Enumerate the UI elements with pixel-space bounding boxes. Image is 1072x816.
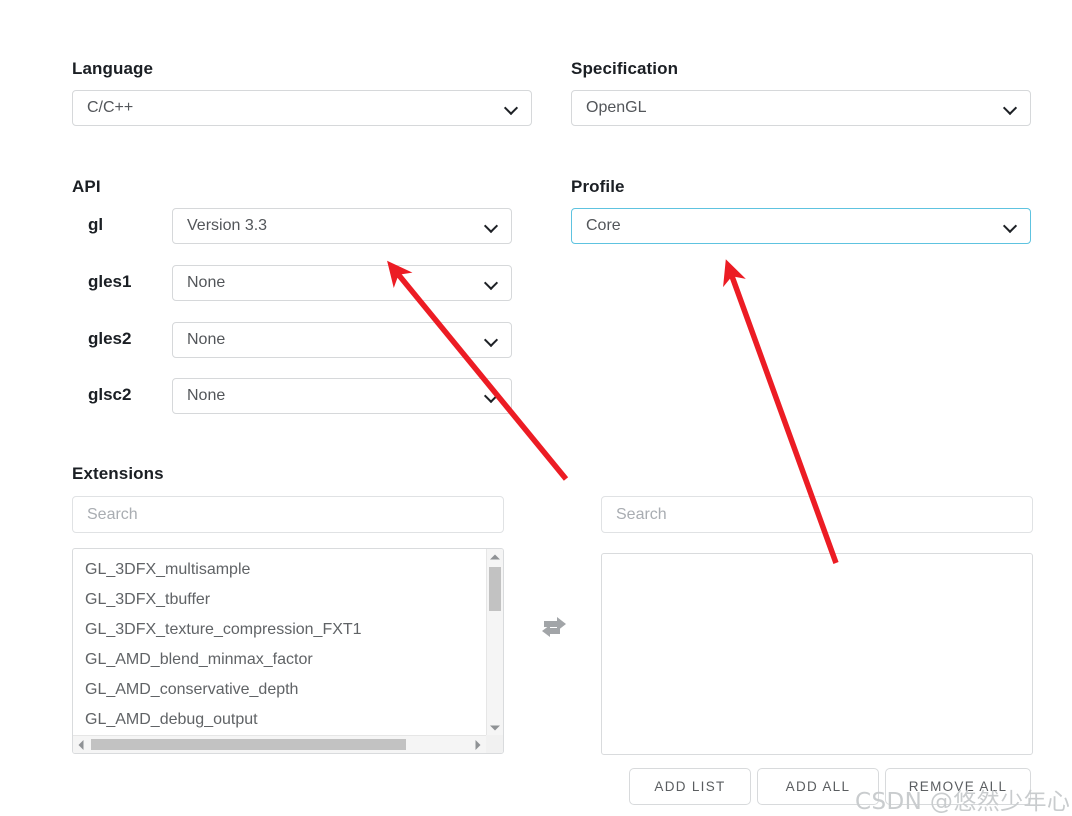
chevron-down-icon <box>485 389 499 403</box>
scroll-left-arrow-icon[interactable] <box>73 736 89 753</box>
extensions-label: Extensions <box>72 464 164 483</box>
api-label: API <box>72 177 101 196</box>
list-item[interactable]: GL_AMD_blend_minmax_factor <box>85 645 486 675</box>
selected-extensions-search-input[interactable] <box>601 496 1033 533</box>
list-item[interactable]: GL_3DFX_tbuffer <box>85 585 486 615</box>
api-select-gles2-value: None <box>187 331 226 348</box>
api-select-glsc2-value: None <box>187 387 226 404</box>
chevron-down-icon <box>485 333 499 347</box>
language-select-value: C/C++ <box>87 99 134 116</box>
available-extensions-items: GL_3DFX_multisample GL_3DFX_tbuffer GL_3… <box>73 549 486 735</box>
chevron-down-icon <box>1004 219 1018 233</box>
scrollbar-corner <box>486 735 503 753</box>
api-select-gles1-value: None <box>187 274 226 291</box>
scroll-down-arrow-icon[interactable] <box>487 720 503 735</box>
specification-select-value: OpenGL <box>586 99 647 116</box>
scroll-up-arrow-icon[interactable] <box>487 549 503 564</box>
listbox-vertical-scrollbar[interactable] <box>486 549 503 735</box>
list-item[interactable]: GL_3DFX_texture_compression_FXT1 <box>85 615 486 645</box>
api-row-label-glsc2: glsc2 <box>88 385 132 404</box>
remove-all-button[interactable]: Remove All <box>885 768 1031 805</box>
horizontal-scroll-thumb[interactable] <box>91 739 406 750</box>
vertical-scroll-thumb[interactable] <box>489 567 501 611</box>
api-select-gles1[interactable]: None <box>172 265 512 301</box>
available-extensions-listbox[interactable]: GL_3DFX_multisample GL_3DFX_tbuffer GL_3… <box>72 548 504 754</box>
add-list-button[interactable]: Add List <box>629 768 751 805</box>
api-row-label-gles2: gles2 <box>88 329 132 348</box>
specification-label: Specification <box>571 59 679 78</box>
swap-horizontal-icon[interactable] <box>538 612 570 640</box>
profile-label: Profile <box>571 177 625 196</box>
api-select-gl[interactable]: Version 3.3 <box>172 208 512 244</box>
selected-extensions-listbox[interactable] <box>601 553 1033 755</box>
chevron-down-icon <box>505 101 519 115</box>
profile-select[interactable]: Core <box>571 208 1031 244</box>
chevron-down-icon <box>1004 101 1018 115</box>
add-all-button[interactable]: Add All <box>757 768 879 805</box>
list-item[interactable]: GL_AMD_conservative_depth <box>85 675 486 705</box>
glad-config-page: Language C/C++ API gl Version 3.3 gles1 … <box>0 0 1072 815</box>
language-label: Language <box>72 59 154 78</box>
specification-select[interactable]: OpenGL <box>571 90 1031 126</box>
chevron-down-icon <box>485 276 499 290</box>
scroll-right-arrow-icon[interactable] <box>470 736 486 753</box>
list-item[interactable]: GL_3DFX_multisample <box>85 555 486 585</box>
api-row-label-gles1: gles1 <box>88 272 132 291</box>
list-item[interactable]: GL_AMD_debug_output <box>85 705 486 735</box>
api-select-gles2[interactable]: None <box>172 322 512 358</box>
api-row-label-gl: gl <box>88 215 104 234</box>
api-select-glsc2[interactable]: None <box>172 378 512 414</box>
listbox-horizontal-scrollbar[interactable] <box>73 735 486 753</box>
api-select-gl-value: Version 3.3 <box>187 217 268 234</box>
chevron-down-icon <box>485 219 499 233</box>
language-select[interactable]: C/C++ <box>72 90 532 126</box>
selected-extensions-items <box>602 554 1032 754</box>
profile-select-value: Core <box>586 217 621 234</box>
extensions-search-input[interactable] <box>72 496 504 533</box>
